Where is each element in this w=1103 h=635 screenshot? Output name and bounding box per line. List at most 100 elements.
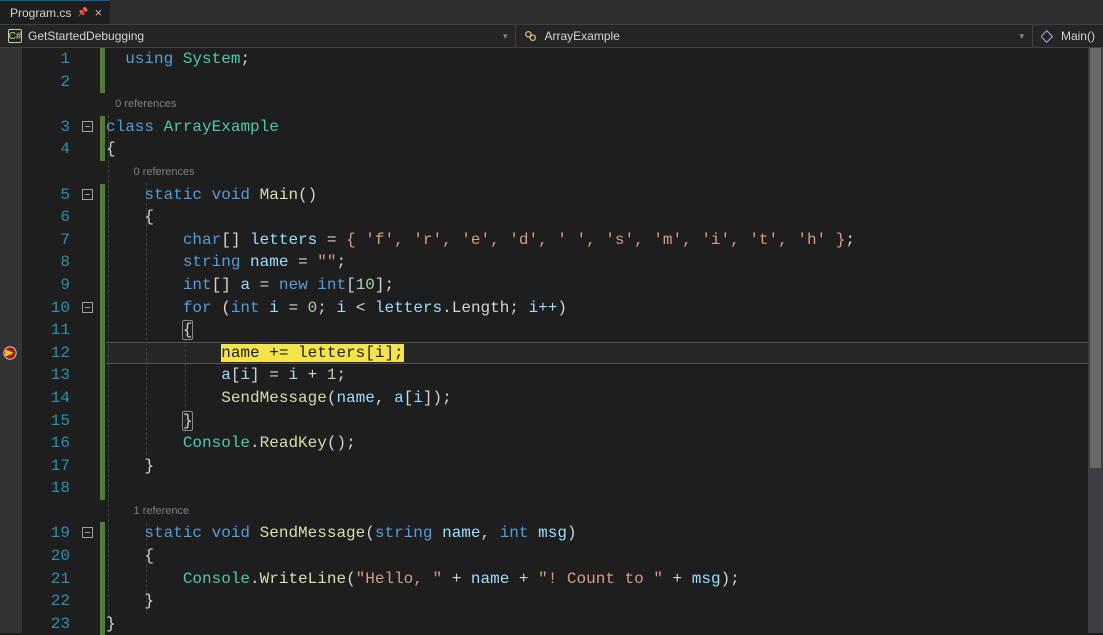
code-editor[interactable]: 1 2 . 3 4 . 5 6 7 8 9 10 11 12 13 14 15 … [0,48,1103,633]
scrollbar-thumb[interactable] [1090,48,1101,468]
line-number: 18 [22,477,70,500]
code-token: msg [538,524,567,542]
line-number: 10 [22,297,70,320]
chevron-down-icon: ▾ [503,31,508,42]
code-token: name [442,524,480,542]
tab-bar: Program.cs 📌 × [0,0,1103,25]
line-number: 20 [22,545,70,568]
code-token: SendMessage [221,389,327,407]
code-token: i [240,366,250,384]
tab-title: Program.cs [10,6,71,20]
code-token: static [144,186,202,204]
code-token: name [250,253,288,271]
code-token: a [221,366,231,384]
code-token: name [336,389,374,407]
code-token: ArrayExample [164,118,279,136]
code-token: i++ [529,299,558,317]
code-area[interactable]: using System; 0 references class ArrayEx… [106,48,1103,633]
line-number: 5 [22,184,70,207]
fold-toggle[interactable] [82,527,93,538]
line-number: 14 [22,387,70,410]
breakpoint-margin[interactable] [0,48,22,633]
close-icon[interactable]: × [95,5,103,20]
code-token: System [183,50,241,68]
code-token: using [125,50,173,68]
code-token: i [288,366,298,384]
execution-pointer-icon[interactable] [2,345,18,361]
code-token: class [106,118,154,136]
line-number: 15 [22,410,70,433]
line-number: 4 [22,138,70,161]
line-number: 12 [22,342,70,365]
code-token: letters [375,299,442,317]
code-token: 0 [308,299,318,317]
folding-margin[interactable] [82,48,100,633]
nav-class-label: ArrayExample [544,29,619,43]
nav-method-dropdown[interactable]: Main() [1033,25,1103,47]
code-token: int [317,276,346,294]
line-number: 23 [22,613,70,635]
code-token: Main [260,186,298,204]
chevron-down-icon: ▾ [1019,31,1024,42]
line-number: 3 [22,116,70,139]
code-token: int [231,299,260,317]
codelens-references[interactable]: 1 reference [134,505,190,517]
code-token: i [336,299,346,317]
nav-class-dropdown[interactable]: ArrayExample ▾ [516,25,1032,47]
code-token: char [183,231,221,249]
code-token: SendMessage [260,524,366,542]
code-token: i [413,389,423,407]
line-number: 9 [22,274,70,297]
codelens-references[interactable]: 0 references [134,166,195,178]
line-number: 13 [22,364,70,387]
line-number: 2 [22,71,70,94]
code-token: "Hello, " [356,570,442,588]
line-number: 8 [22,251,70,274]
line-number-gutter: 1 2 . 3 4 . 5 6 7 8 9 10 11 12 13 14 15 … [22,48,82,633]
code-token: Console [183,434,250,452]
code-token: int [500,524,529,542]
nav-method-label: Main() [1061,29,1095,43]
line-number: 21 [22,568,70,591]
nav-project-label: GetStartedDebugging [28,29,144,43]
code-token: string [183,253,241,271]
code-token: { 'f', 'r', 'e', 'd', ' ', 's', 'm', 'i'… [346,231,845,249]
code-token: letters [250,231,317,249]
line-number: 19 [22,522,70,545]
code-token: a [394,389,404,407]
line-number: 16 [22,432,70,455]
code-token: Length [452,299,510,317]
line-number: 1 [22,48,70,71]
method-icon [1041,29,1055,43]
line-number: 7 [22,229,70,252]
file-tab[interactable]: Program.cs 📌 × [0,0,110,24]
code-token: < [356,299,366,317]
code-token: void [212,524,250,542]
nav-project-dropdown[interactable]: C# GetStartedDebugging ▾ [0,25,516,47]
code-token: msg [692,570,721,588]
code-token: Console [183,570,250,588]
line-number: 22 [22,590,70,613]
code-token: new [279,276,308,294]
fold-toggle[interactable] [82,302,93,313]
code-token: for [183,299,212,317]
code-token: name [471,570,509,588]
code-token: void [212,186,250,204]
vertical-scrollbar[interactable] [1088,48,1103,633]
code-token: "" [317,253,336,271]
pin-icon[interactable]: 📌 [77,7,88,18]
fold-toggle[interactable] [82,121,93,132]
code-token: a [240,276,250,294]
current-execution-line: name += letters[i]; [221,344,403,362]
fold-toggle[interactable] [82,189,93,200]
code-token: string [375,524,433,542]
csharp-project-icon: C# [8,29,22,43]
line-number: 6 [22,206,70,229]
code-token: int [183,276,212,294]
class-icon [524,29,538,43]
codelens-references[interactable]: 0 references [115,98,176,110]
code-token: static [144,524,202,542]
line-number: 17 [22,455,70,478]
code-token: "! Count to " [538,570,663,588]
code-token: 10 [356,276,375,294]
